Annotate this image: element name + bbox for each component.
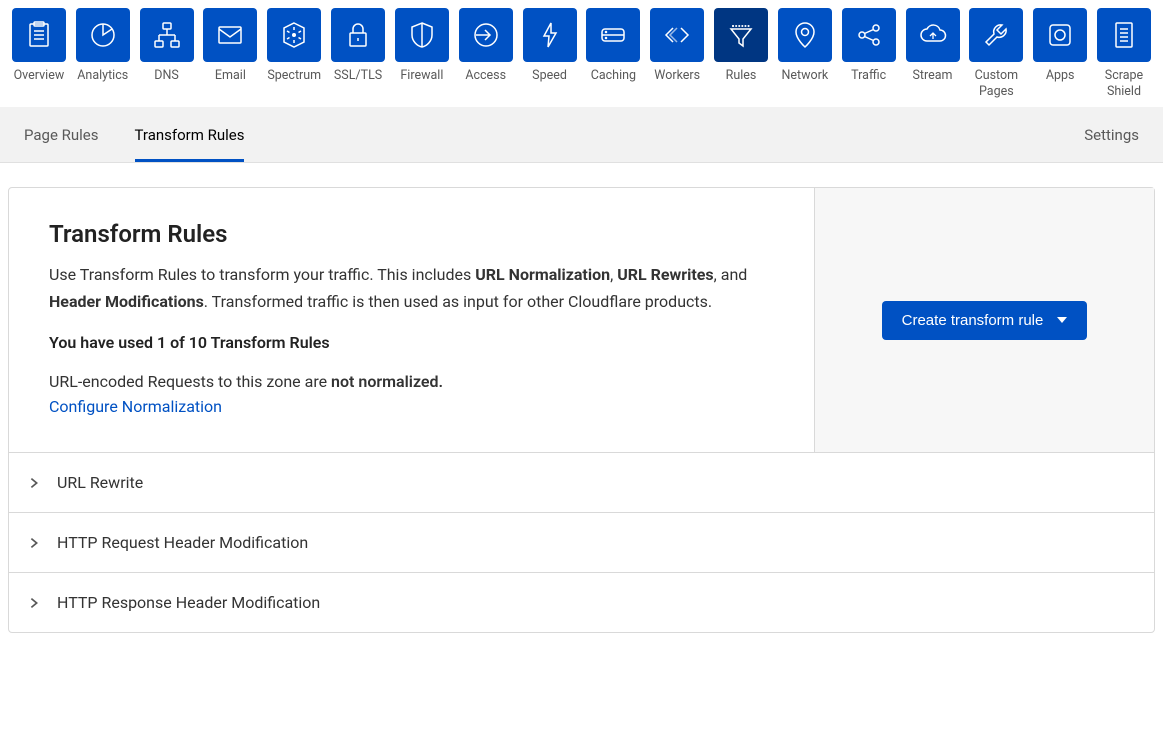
create-button-label: Create transform rule <box>902 312 1044 329</box>
sitemap-icon <box>140 8 194 62</box>
nav-item-caching[interactable]: Caching <box>584 8 642 99</box>
configure-normalization-link[interactable]: Configure Normalization <box>49 397 222 416</box>
nav-label: Network <box>781 68 828 84</box>
nav-label: Email <box>215 68 246 84</box>
page-description: Use Transform Rules to transform your tr… <box>49 262 774 315</box>
page-title: Transform Rules <box>49 220 774 248</box>
nav-label: Custom Pages <box>967 68 1025 99</box>
nav-item-access[interactable]: Access <box>457 8 515 99</box>
settings-link[interactable]: Settings <box>1084 126 1139 144</box>
nav-label: Analytics <box>77 68 128 84</box>
accordion-label: URL Rewrite <box>57 473 143 492</box>
chevron-right-icon <box>25 534 43 552</box>
enter-icon <box>459 8 513 62</box>
share-icon <box>842 8 896 62</box>
funnel-icon <box>714 8 768 62</box>
top-icon-nav: Overview Analytics DNS Email Spectrum SSL/TLS… <box>0 0 1163 107</box>
accordion-row-2[interactable]: HTTP Response Header Modification <box>9 572 1154 632</box>
nav-item-workers[interactable]: Workers <box>648 8 706 99</box>
chevron-right-icon <box>25 594 43 612</box>
nav-item-rules[interactable]: Rules <box>712 8 770 99</box>
nav-label: Apps <box>1046 68 1075 84</box>
nav-item-speed[interactable]: Speed <box>521 8 579 99</box>
nav-label: Traffic <box>851 68 886 84</box>
nav-item-dns[interactable]: DNS <box>138 8 196 99</box>
accordion-row-1[interactable]: HTTP Request Header Modification <box>9 512 1154 572</box>
nav-item-spectrum[interactable]: Spectrum <box>265 8 323 99</box>
cloud-icon <box>906 8 960 62</box>
accordion-label: HTTP Request Header Modification <box>57 533 308 552</box>
mail-icon <box>203 8 257 62</box>
chevron-right-icon <box>25 474 43 492</box>
accordion-label: HTTP Response Header Modification <box>57 593 320 612</box>
pin-icon <box>778 8 832 62</box>
nav-label: Caching <box>591 68 636 84</box>
nav-label: Speed <box>532 68 567 84</box>
nav-label: SSL/TLS <box>334 68 382 84</box>
nav-label: Rules <box>726 68 757 84</box>
accordion-row-0[interactable]: URL Rewrite <box>9 452 1154 512</box>
tab-transform-rules[interactable]: Transform Rules <box>135 108 245 162</box>
bolt-icon <box>523 8 577 62</box>
nav-label: DNS <box>154 68 179 84</box>
code-icon <box>650 8 704 62</box>
nav-item-apps[interactable]: Apps <box>1031 8 1089 99</box>
nav-item-analytics[interactable]: Analytics <box>74 8 132 99</box>
lock-icon <box>331 8 385 62</box>
nav-item-traffic[interactable]: Traffic <box>840 8 898 99</box>
nav-label: Stream <box>912 68 952 84</box>
normalization-status: URL-encoded Requests to this zone are no… <box>49 372 774 391</box>
drive-icon <box>586 8 640 62</box>
caret-down-icon <box>1057 317 1067 323</box>
usage-count: You have used 1 of 10 Transform Rules <box>49 333 774 352</box>
nav-item-overview[interactable]: Overview <box>10 8 68 99</box>
nav-label: Scrape Shield <box>1095 68 1153 99</box>
clipboard-icon <box>12 8 66 62</box>
nav-label: Access <box>465 68 506 84</box>
spectrum-icon <box>267 8 321 62</box>
nav-label: Overview <box>14 68 65 84</box>
nav-item-firewall[interactable]: Firewall <box>393 8 451 99</box>
nav-label: Workers <box>654 68 700 84</box>
nav-label: Firewall <box>400 68 443 84</box>
nav-item-network[interactable]: Network <box>776 8 834 99</box>
wrench-icon <box>969 8 1023 62</box>
shield-icon <box>395 8 449 62</box>
nav-item-scrape-shield[interactable]: Scrape Shield <box>1095 8 1153 99</box>
sub-nav: Page Rules Transform Rules Settings <box>0 107 1163 163</box>
nav-item-ssl-tls[interactable]: SSL/TLS <box>329 8 387 99</box>
doc-icon <box>1097 8 1151 62</box>
app-icon <box>1033 8 1087 62</box>
create-transform-rule-button[interactable]: Create transform rule <box>882 301 1088 340</box>
nav-item-stream[interactable]: Stream <box>904 8 962 99</box>
nav-item-custom-pages[interactable]: Custom Pages <box>967 8 1025 99</box>
tab-page-rules[interactable]: Page Rules <box>24 108 99 162</box>
nav-label: Spectrum <box>267 68 321 84</box>
transform-rules-card: Transform Rules Use Transform Rules to t… <box>8 187 1155 633</box>
pie-icon <box>76 8 130 62</box>
nav-item-email[interactable]: Email <box>201 8 259 99</box>
